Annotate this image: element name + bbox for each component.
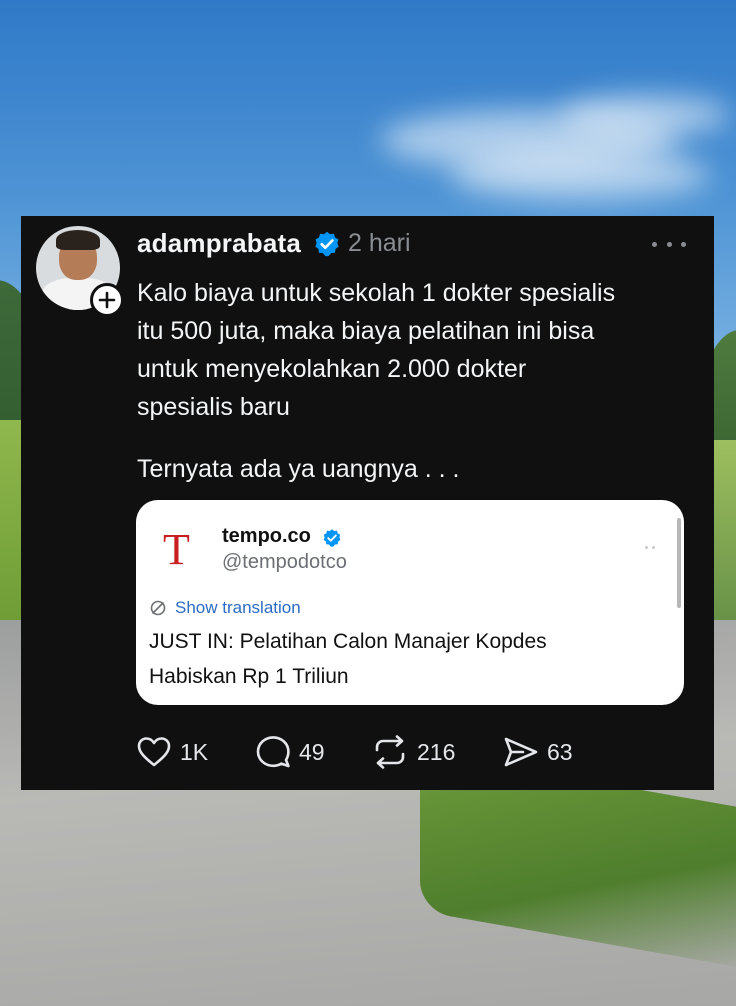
reply-count: 49 [299,738,325,765]
post-text-line: Kalo biaya untuk sekolah 1 dokter spesia… [137,279,616,307]
show-translation-link[interactable]: Show translation [175,598,301,618]
share-icon [504,737,538,767]
post-text-line: itu 500 juta, maka biaya pelatihan ini b… [137,317,595,345]
more-options-icon[interactable] [652,234,686,254]
post-text-line: spesialis baru [137,393,290,421]
username[interactable]: adamprabata [137,228,301,259]
quoted-account-name[interactable]: tempo.co [222,525,311,548]
share-count: 63 [547,738,573,765]
like-button[interactable]: 1K [136,734,208,770]
cloud [450,150,710,200]
share-button[interactable]: 63 [503,734,573,770]
post-body: Kalo biaya untuk sekolah 1 dokter spesia… [137,274,697,426]
scrollbar[interactable] [677,518,681,608]
avatar-hair [56,230,100,250]
repost-count: 216 [417,738,456,765]
translate-icon [150,600,166,616]
quoted-text-line: JUST IN: Pelatihan Calon Manajer Kopdes [149,630,547,653]
like-count: 1K [180,738,209,765]
repost-icon [375,735,405,769]
quoted-post-text: JUST IN: Pelatihan Calon Manajer Kopdes … [149,624,669,694]
reply-icon [256,736,290,768]
post-text-line: untuk menyekolahkan 2.000 dokter [137,355,527,383]
follow-button[interactable] [90,283,124,317]
post-time: 2 hari [348,229,411,257]
verified-icon [323,529,341,547]
follow-plus-icon [98,291,116,309]
repost-button[interactable]: 216 [371,734,455,770]
cloud [560,95,730,135]
reply-button[interactable]: 49 [255,734,325,770]
heart-icon [137,737,171,767]
tempo-logo: T [163,525,190,574]
verified-icon [315,231,339,257]
more-options-icon[interactable] [645,546,655,549]
post-text-second: Ternyata ada ya uangnya . . . [137,455,460,483]
quoted-text-line: Habiskan Rp 1 Triliun [149,665,349,688]
quoted-account-handle: @tempodotco [222,551,347,573]
